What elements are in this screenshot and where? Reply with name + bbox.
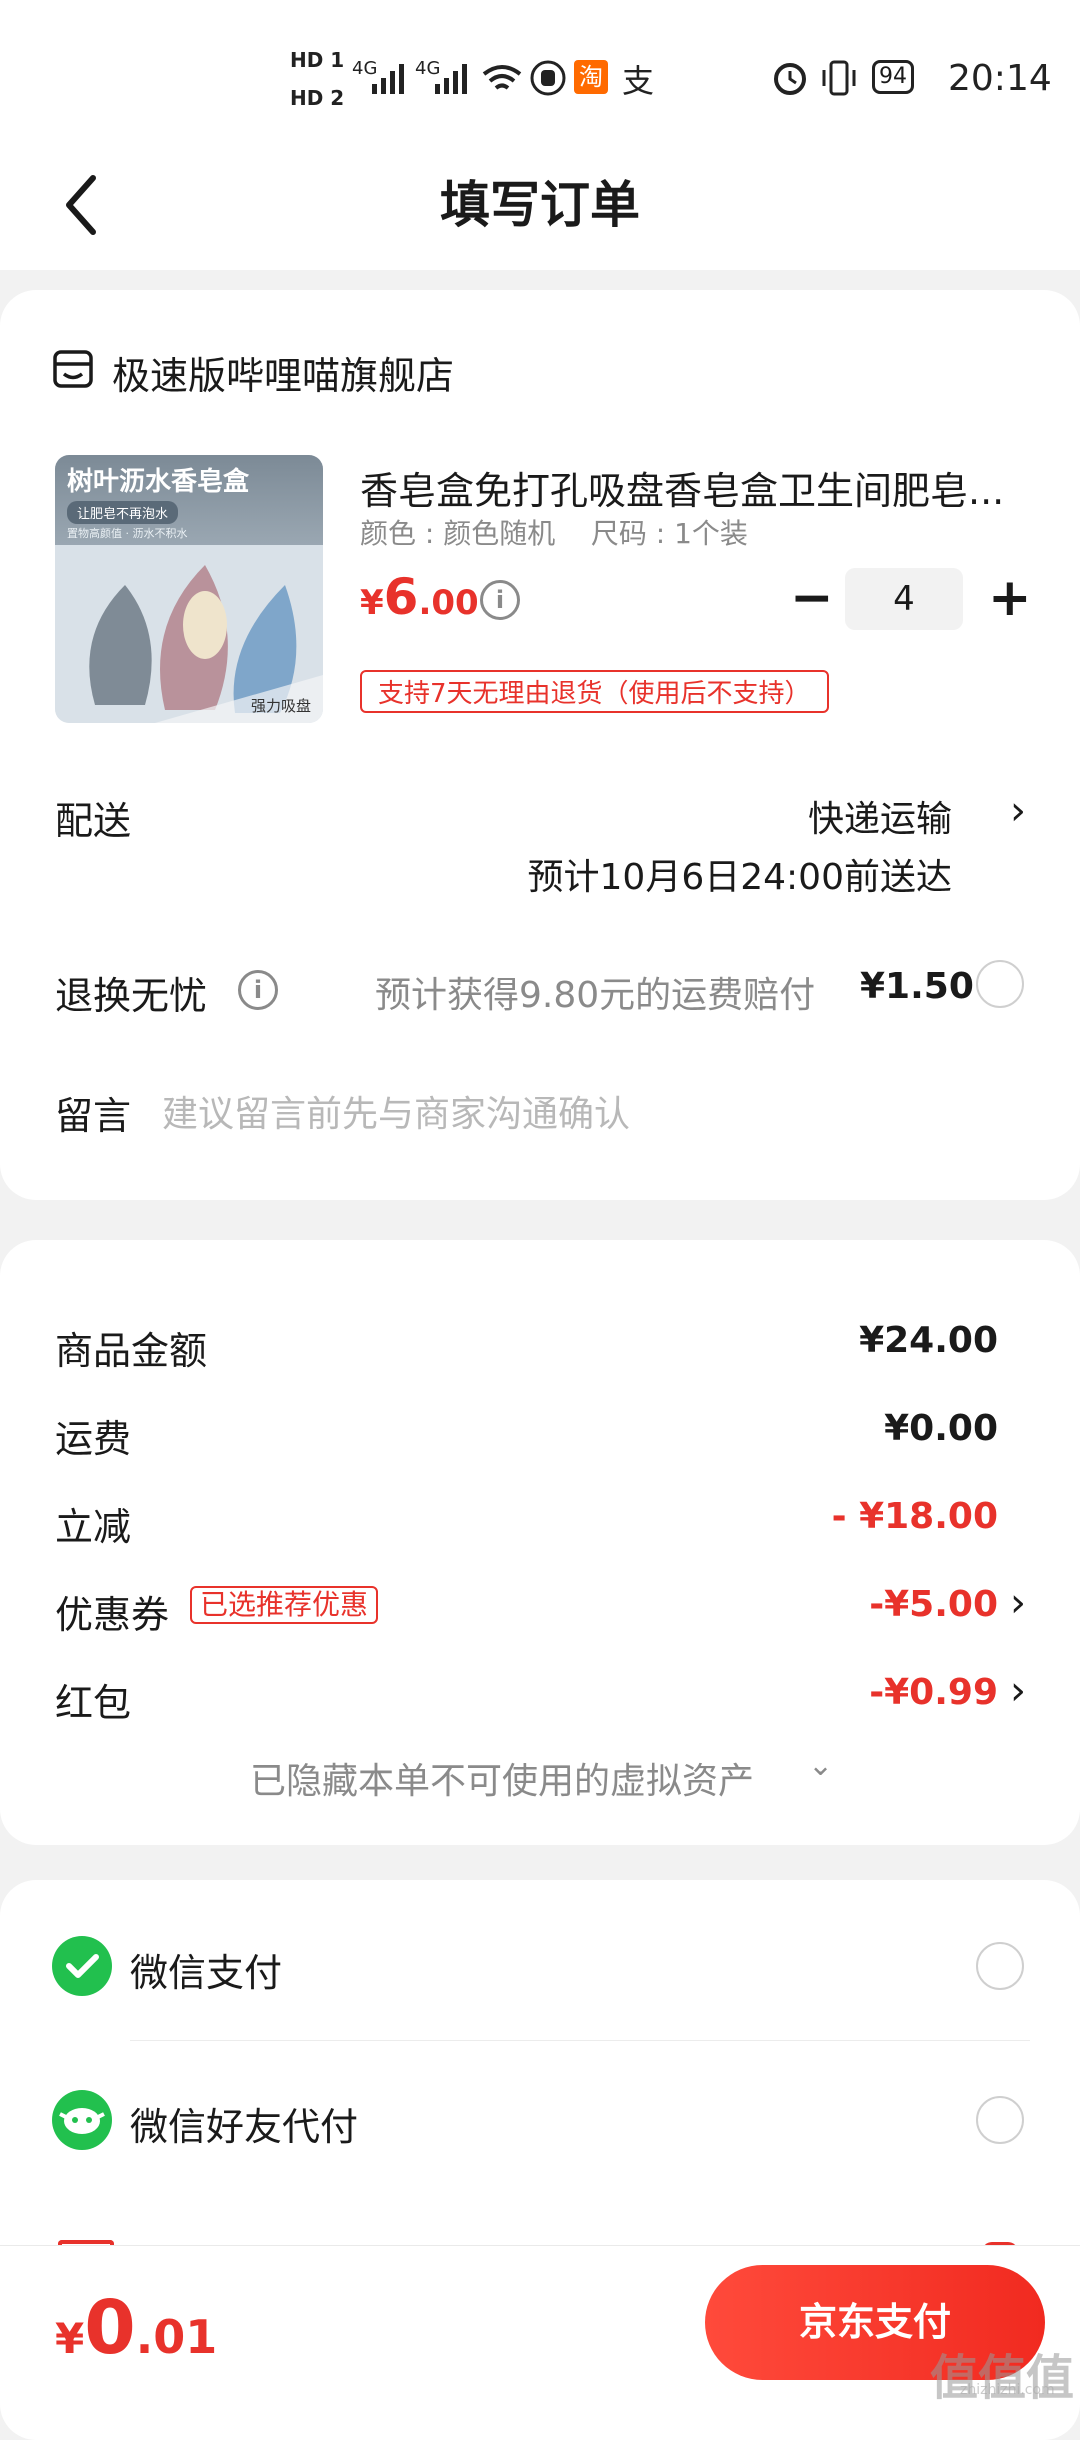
battery-indicator: 94	[872, 60, 914, 94]
coupon-tag: 已选推荐优惠	[190, 1586, 379, 1624]
return-insurance-info-icon[interactable]: i	[238, 970, 278, 1010]
expand-chevron-icon[interactable]: ⌄	[808, 1748, 833, 1783]
message-input[interactable]: 建议留言前先与商家沟通确认	[162, 1085, 630, 1137]
taobao-icon: 淘	[574, 60, 608, 94]
coupon-value[interactable]: -¥5.00	[869, 1584, 998, 1625]
message-label: 留言	[55, 1094, 132, 1138]
signal2-icon	[435, 64, 467, 94]
price-symbol: ¥	[360, 583, 384, 623]
alarm-icon	[774, 63, 806, 95]
wifi-icon	[482, 65, 522, 90]
product-spec: 颜色 : 颜色随机 尺码 : 1个装	[360, 517, 748, 550]
goods-amount-value: ¥24.00	[859, 1320, 998, 1361]
qty-minus-button[interactable]: −	[790, 572, 834, 624]
redpack-chevron-icon[interactable]: ›	[1010, 1668, 1026, 1714]
delivery-method[interactable]: 快递运输	[808, 790, 952, 842]
clock: 20:14	[948, 58, 1052, 99]
status-bar: HD 1 HD 2 4G 4G 淘 支 94 20:14	[0, 0, 1080, 140]
payment-divider	[130, 2040, 1030, 2041]
hidden-assets-note[interactable]: 已隐藏本单不可使用的虚拟资产	[250, 1752, 754, 1804]
redpack-value[interactable]: -¥0.99	[869, 1672, 998, 1713]
quantity-input[interactable]: 4	[845, 568, 963, 630]
shipping-label: 运费	[55, 1417, 132, 1461]
delivery-eta: 预计10月6日24:00前送达	[527, 857, 952, 898]
wechat-friend-pay-radio[interactable]	[976, 2096, 1024, 2144]
nav-header: 填写订单	[0, 140, 1080, 270]
product-price: ¥6.00	[360, 568, 479, 626]
hand-icon	[530, 60, 566, 96]
wechat-friend-pay-icon	[52, 2090, 112, 2150]
wechat-pay-radio[interactable]	[976, 1942, 1024, 1990]
qty-plus-button[interactable]: +	[988, 572, 1032, 624]
wechat-pay-icon	[52, 1936, 112, 1996]
vibrate-icon	[822, 60, 856, 96]
store-icon	[53, 350, 93, 388]
shipping-value: ¥0.00	[884, 1408, 998, 1449]
delivery-chevron-icon[interactable]: ›	[1010, 788, 1026, 834]
return-insurance-label: 退换无忧	[55, 974, 208, 1018]
discount-label: 立减	[55, 1505, 132, 1549]
coupon-label: 优惠券	[55, 1593, 170, 1637]
product-image-badge: 强力吸盘	[251, 697, 312, 715]
product-image-sub1: 让肥皂不再泡水	[67, 501, 179, 524]
total-price: ¥0.01	[55, 2285, 217, 2371]
price-dec: .00	[418, 583, 479, 623]
signal-icon	[372, 64, 404, 94]
sim2-indicator: HD 2	[290, 86, 345, 110]
wechat-friend-pay-label[interactable]: 微信好友代付	[130, 2096, 358, 2151]
refund-policy-tag: 支持7天无理由退货（使用后不支持）	[360, 670, 829, 713]
product-image-sub2: 置物高颜值 · 沥水不积水	[67, 527, 188, 540]
total-int: 0	[84, 2285, 136, 2371]
price-int: 6	[383, 568, 419, 626]
return-insurance-desc: 预计获得9.80元的运费赔付	[375, 975, 816, 1016]
page-title: 填写订单	[440, 176, 640, 234]
total-symbol: ¥	[55, 2314, 85, 2363]
store-name[interactable]: 极速版哔哩喵旗舰店	[112, 345, 454, 400]
product-image[interactable]: 树叶沥水香皂盒 让肥皂不再泡水 置物高颜值 · 沥水不积水 强力吸盘	[55, 455, 323, 723]
sim1-indicator: HD 1	[290, 48, 345, 72]
wechat-pay-label[interactable]: 微信支付	[130, 1942, 282, 1997]
total-dec: .01	[135, 2310, 218, 2364]
order-card	[0, 290, 1080, 1200]
return-insurance-price: ¥1.50	[860, 966, 974, 1007]
price-info-icon[interactable]: i	[480, 580, 520, 620]
redpack-label: 红包	[55, 1681, 132, 1725]
product-title[interactable]: 香皂盒免打孔吸盘香皂盒卫生间肥皂...	[360, 460, 1030, 515]
watermark-url: zhizhizhi.com	[960, 2382, 1055, 2398]
coupon-chevron-icon[interactable]: ›	[1010, 1580, 1026, 1626]
goods-amount-label: 商品金额	[55, 1329, 208, 1373]
delivery-label: 配送	[55, 799, 132, 843]
discount-value: - ¥18.00	[831, 1496, 998, 1537]
return-insurance-radio[interactable]	[976, 960, 1024, 1008]
product-image-caption: 树叶沥水香皂盒	[67, 467, 250, 497]
alipay-icon: 支	[622, 62, 655, 100]
